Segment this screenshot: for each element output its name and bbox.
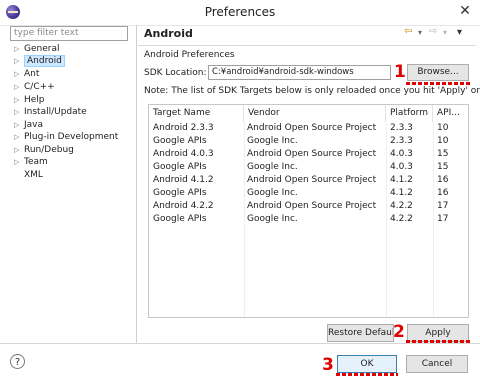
close-icon[interactable]: ✕	[454, 2, 476, 20]
sidebar-item-team[interactable]: ▷ Team	[14, 157, 48, 170]
window-title: Preferences	[204, 5, 276, 19]
expand-arrow-icon[interactable]: ▷	[14, 45, 24, 53]
button-bar-divider	[0, 343, 480, 344]
column-header-target-name[interactable]: Target Name	[149, 105, 244, 122]
sidebar-item-label: General	[24, 44, 60, 54]
forward-menu-chevron-down-icon[interactable]: ▾	[443, 28, 447, 42]
cell-vendor: Android Open Source Project	[247, 201, 377, 211]
annotation-underline-1	[406, 82, 470, 85]
cell-vendor: Google Inc.	[247, 136, 298, 146]
cell-platform: 4.0.3	[390, 162, 413, 172]
expand-arrow-icon[interactable]: ▷	[14, 57, 24, 65]
cell-platform: 4.2.2	[390, 201, 413, 211]
sidebar-item-label: Help	[24, 95, 45, 105]
cell-target-name: Google APIs	[153, 214, 207, 224]
cell-vendor: Android Open Source Project	[247, 149, 377, 159]
sidebar-item-label: Plug-in Development	[24, 132, 119, 142]
expand-arrow-icon[interactable]: ▷	[14, 158, 24, 166]
cell-target-name: Android 4.0.3	[153, 149, 214, 159]
section-label: Android Preferences	[144, 50, 235, 60]
column-header-api[interactable]: API...	[433, 105, 468, 122]
cell-target-name: Android 4.1.2	[153, 175, 214, 185]
cell-vendor: Android Open Source Project	[247, 123, 377, 133]
expand-arrow-icon[interactable]: ▷	[14, 70, 24, 78]
table-row[interactable]: Google APIs Google Inc. 4.0.3 15	[149, 162, 468, 175]
cell-platform: 4.1.2	[390, 175, 413, 185]
cell-api: 10	[437, 123, 449, 133]
sdk-location-input[interactable]: C:¥android¥android-sdk-windows	[208, 65, 391, 80]
expand-arrow-icon[interactable]: ▷	[14, 121, 24, 129]
cell-api: 15	[437, 162, 449, 172]
cell-platform: 4.0.3	[390, 149, 413, 159]
browse-button[interactable]: Browse...	[407, 64, 469, 81]
cell-platform: 4.2.2	[390, 214, 413, 224]
expand-arrow-icon[interactable]: ▷	[14, 108, 24, 116]
table-row[interactable]: Google APIs Google Inc. 2.3.3 10	[149, 136, 468, 149]
cell-vendor: Google Inc.	[247, 214, 298, 224]
sidebar-item-label: Install/Update	[24, 107, 87, 117]
cell-api: 15	[437, 149, 449, 159]
sidebar-item-label: Java	[24, 120, 44, 130]
cell-vendor: Google Inc.	[247, 162, 298, 172]
annotation-1: 1	[394, 62, 406, 82]
forward-arrow-icon[interactable]: ⇨	[429, 26, 437, 40]
sidebar-item-label: Team	[24, 157, 48, 167]
table-row[interactable]: Android 4.1.2 Android Open Source Projec…	[149, 175, 468, 188]
sidebar-item-label: Run/Debug	[24, 145, 74, 155]
page-title: Android	[144, 27, 193, 40]
cell-api: 17	[437, 201, 449, 211]
sidebar-item-label: XML	[24, 170, 43, 180]
header-divider	[138, 45, 476, 46]
table-row[interactable]: Android 2.3.3 Android Open Source Projec…	[149, 123, 468, 136]
sdk-location-label: SDK Location:	[144, 68, 207, 78]
sidebar-item-plugin-development[interactable]: ▷ Plug-in Development	[14, 132, 118, 145]
cell-platform: 4.1.2	[390, 188, 413, 198]
cell-target-name: Google APIs	[153, 136, 207, 146]
ok-button[interactable]: OK	[337, 355, 397, 373]
expand-arrow-icon[interactable]: ▷	[14, 133, 24, 141]
restore-defaults-button[interactable]: Restore Default	[327, 324, 394, 342]
table-row[interactable]: Android 4.0.3 Android Open Source Projec…	[149, 149, 468, 162]
column-header-platform[interactable]: Platform	[386, 105, 433, 122]
view-menu-chevron-down-icon[interactable]: ▾	[457, 27, 462, 41]
annotation-underline-3	[336, 373, 398, 376]
sidebar-item-label: Android	[24, 55, 65, 67]
table-row[interactable]: Android 4.2.2 Android Open Source Projec…	[149, 201, 468, 214]
expand-arrow-icon[interactable]: ▷	[14, 83, 24, 91]
cell-target-name: Android 4.2.2	[153, 201, 214, 211]
cell-api: 16	[437, 175, 449, 185]
cell-api: 16	[437, 188, 449, 198]
help-icon[interactable]: ?	[10, 354, 25, 369]
cell-platform: 2.3.3	[390, 136, 413, 146]
expand-arrow-icon[interactable]: ▷	[14, 146, 24, 154]
sidebar-item-install-update[interactable]: ▷ Install/Update	[14, 107, 87, 120]
expand-arrow-icon[interactable]: ▷	[14, 96, 24, 104]
annotation-2: 2	[393, 322, 405, 342]
sidebar-item-c-cpp[interactable]: ▷ C/C++	[14, 82, 55, 95]
sash-divider[interactable]	[136, 25, 137, 343]
annotation-3: 3	[322, 355, 334, 375]
cell-api: 10	[437, 136, 449, 146]
sidebar-item-label: Ant	[24, 69, 40, 79]
cell-target-name: Android 2.3.3	[153, 123, 214, 133]
cell-vendor: Google Inc.	[247, 188, 298, 198]
cell-vendor: Android Open Source Project	[247, 175, 377, 185]
cell-target-name: Google APIs	[153, 188, 207, 198]
cancel-button[interactable]: Cancel	[406, 355, 468, 373]
back-arrow-icon[interactable]: ⇦	[404, 26, 412, 40]
back-menu-chevron-down-icon[interactable]: ▾	[418, 28, 422, 42]
sidebar-item-label: C/C++	[24, 82, 55, 92]
cell-api: 17	[437, 214, 449, 224]
sidebar-item-xml[interactable]: XML	[14, 170, 43, 183]
filter-input[interactable]: type filter text	[10, 26, 128, 41]
note-text: Note: The list of SDK Targets below is o…	[144, 86, 480, 96]
sidebar-item-ant[interactable]: ▷ Ant	[14, 69, 39, 82]
table-row[interactable]: Google APIs Google Inc. 4.1.2 16	[149, 188, 468, 201]
column-header-vendor[interactable]: Vendor	[244, 105, 386, 122]
sidebar-item-android[interactable]: ▷ Android	[14, 55, 65, 69]
cell-target-name: Google APIs	[153, 162, 207, 172]
cell-platform: 2.3.3	[390, 123, 413, 133]
table-row[interactable]: Google APIs Google Inc. 4.2.2 17	[149, 214, 468, 227]
